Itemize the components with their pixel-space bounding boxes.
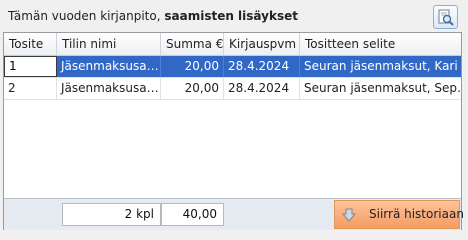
column-header-tosite[interactable]: Tosite (4, 33, 57, 55)
cell-selite[interactable]: Seuran jäsenmaksut, Sep… (300, 78, 461, 99)
page-title: Tämän vuoden kirjanpito, saamisten lisäy… (8, 9, 298, 23)
table-row[interactable]: 2 Jäsenmaksusa… 20,00 28.4.2024 Seuran j… (4, 78, 461, 100)
cell-summa[interactable]: 20,00 (161, 78, 224, 99)
cell-summa[interactable]: 20,00 (161, 56, 224, 77)
column-header-selite[interactable]: Tositteen selite (300, 33, 461, 55)
page-title-bold: saamisten lisäykset (164, 9, 298, 23)
total-sum-field: 40,00 (161, 203, 224, 226)
cell-selite[interactable]: Seuran jäsenmaksut, Kari … (300, 56, 461, 77)
cell-tilin-nimi[interactable]: Jäsenmaksusa… (57, 78, 161, 99)
grid-header: Tosite Tilin nimi Summa € Kirjauspvm Tos… (4, 33, 461, 56)
cell-tosite-editor[interactable]: 1 (4, 56, 57, 77)
cell-kirjauspvm[interactable]: 28.4.2024 (224, 78, 300, 99)
table-row[interactable]: 1 Jäsenmaksusa… 20,00 28.4.2024 Seuran j… (4, 56, 461, 78)
page-title-prefix: Tämän vuoden kirjanpito, (8, 9, 165, 23)
arrow-down-icon (342, 208, 356, 222)
row-count-field: 2 kpl (62, 203, 161, 226)
receivables-grid[interactable]: Tosite Tilin nimi Summa € Kirjauspvm Tos… (3, 32, 464, 230)
column-header-tilin-nimi[interactable]: Tilin nimi (57, 33, 161, 55)
cell-tosite[interactable]: 2 (4, 78, 57, 99)
column-header-summa[interactable]: Summa € (161, 33, 224, 55)
cell-kirjauspvm[interactable]: 28.4.2024 (224, 56, 300, 77)
column-header-kirjauspvm[interactable]: Kirjauspvm (224, 33, 300, 55)
print-preview-button[interactable] (433, 5, 458, 29)
grid-footer: 2 kpl 40,00 Siirrä historiaan (4, 198, 464, 230)
move-to-history-label: Siirrä historiaan (369, 207, 464, 221)
magnifier-document-icon (438, 9, 454, 26)
cell-tilin-nimi[interactable]: Jäsenmaksusa… (57, 56, 161, 77)
move-to-history-button[interactable]: Siirrä historiaan (334, 200, 464, 229)
